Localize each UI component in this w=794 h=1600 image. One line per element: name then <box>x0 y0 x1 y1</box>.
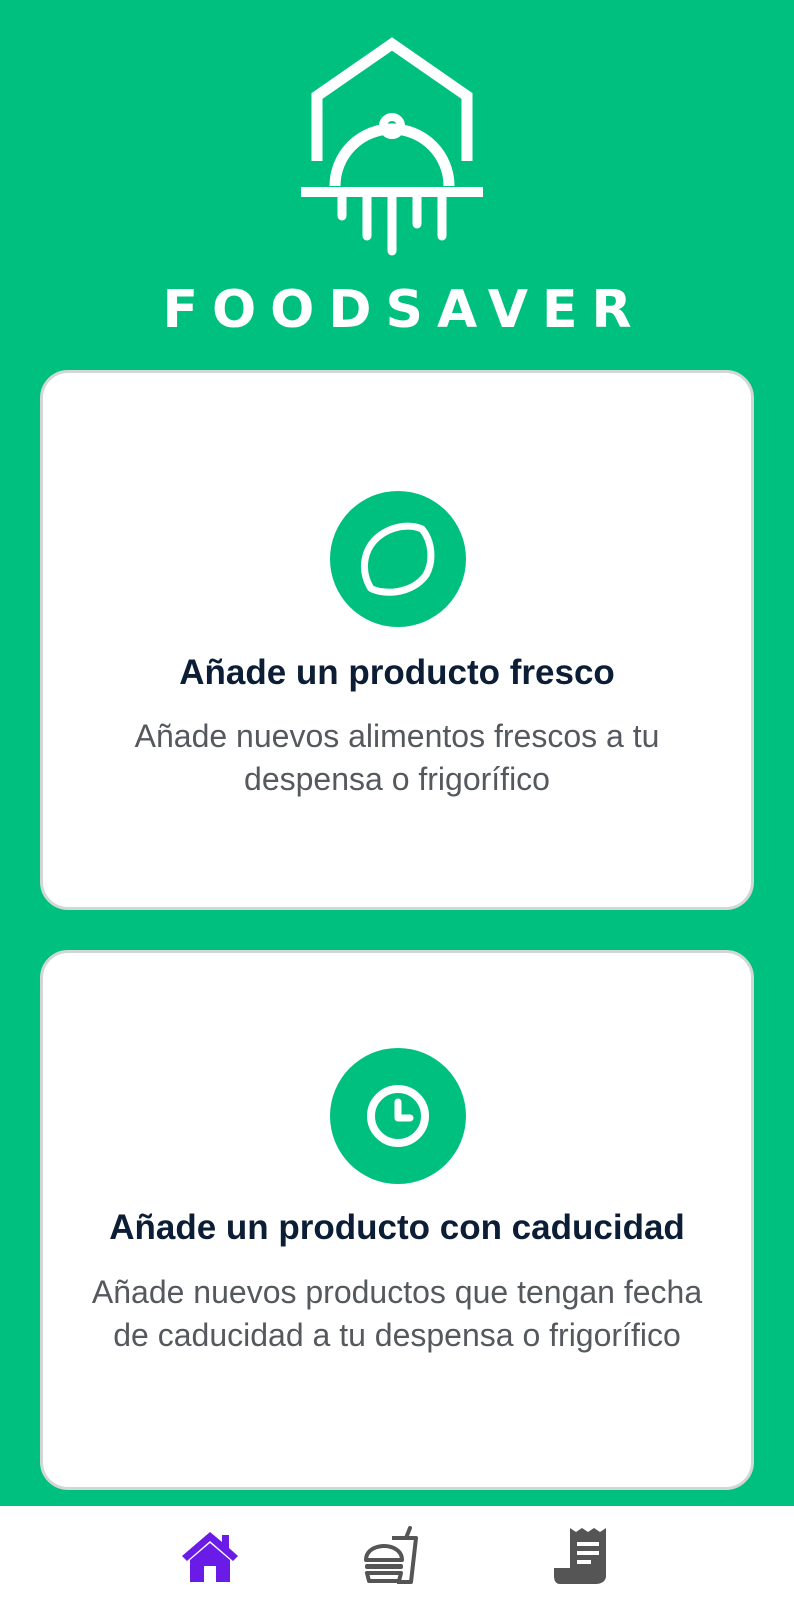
fast-food-icon <box>364 1526 418 1584</box>
clock-icon <box>330 1048 466 1184</box>
app-header: FOODSAVER <box>0 0 794 360</box>
brand-name: FOODSAVER <box>162 280 646 340</box>
nav-home[interactable] <box>178 1526 242 1586</box>
house-cloche-logo-icon <box>301 37 483 256</box>
home-icon <box>182 1532 238 1582</box>
bottom-navigation <box>0 1506 794 1600</box>
nav-receipt[interactable] <box>550 1526 614 1586</box>
lemon-icon <box>330 491 466 627</box>
card-description: Añade nuevos alimentos frescos a tu desp… <box>134 718 660 797</box>
receipt-icon <box>554 1528 606 1584</box>
card-description: Añade nuevos productos que tengan fecha … <box>91 1274 703 1353</box>
nav-food[interactable] <box>362 1526 426 1586</box>
card-title: Añade un producto fresco <box>179 653 615 692</box>
card-title: Añade un producto con caducidad <box>109 1208 685 1247</box>
add-fresh-product-card[interactable]: Añade un producto fresco Añade nuevos al… <box>40 370 754 910</box>
add-expiring-product-card[interactable]: Añade un producto con caducidad Añade nu… <box>40 950 754 1490</box>
